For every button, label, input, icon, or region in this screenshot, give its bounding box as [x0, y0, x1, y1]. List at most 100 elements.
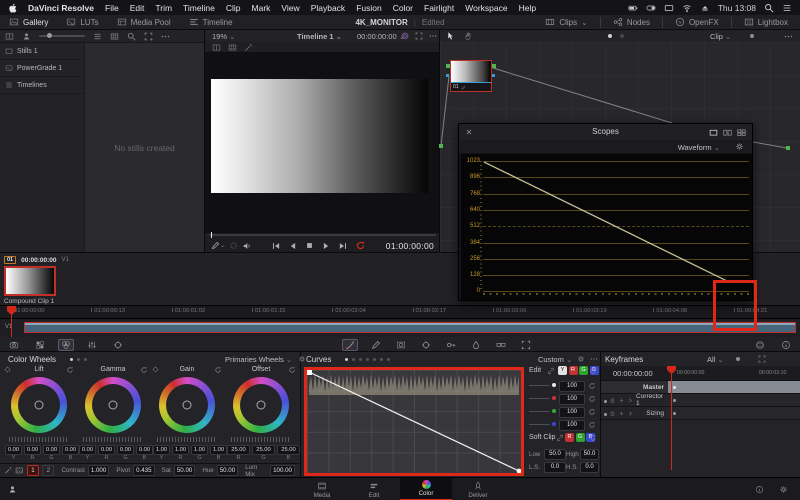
soft-clip-link-icon[interactable]: [556, 434, 564, 442]
lock-icon[interactable]: [609, 397, 616, 404]
viewer-scrub-bar[interactable]: [209, 234, 436, 236]
menu-fairlight[interactable]: Fairlight: [424, 3, 454, 13]
channel-slider[interactable]: [529, 398, 550, 399]
blur-icon[interactable]: [468, 339, 484, 351]
qualifier-icon[interactable]: [368, 339, 384, 351]
power-window-icon[interactable]: [393, 339, 409, 351]
stereo-3d-icon[interactable]: [493, 339, 509, 351]
timeline-clip-bar[interactable]: [24, 322, 796, 333]
node-zoom-slider[interactable]: [750, 34, 754, 38]
gallery-search-icon[interactable]: [127, 32, 136, 41]
wheel-value-box[interactable]: 0.00: [5, 445, 22, 455]
wheel-value-box[interactable]: 0.00: [98, 445, 115, 455]
gallery-item-powergrade-1[interactable]: PowerGrade 1: [0, 60, 84, 77]
node-key-output-dot[interactable]: [492, 74, 495, 77]
node-rgb-input-dot[interactable]: [446, 64, 450, 68]
sizing-icon[interactable]: [518, 339, 534, 351]
keyframe-marker[interactable]: [673, 386, 676, 389]
project-settings-icon[interactable]: [779, 485, 788, 494]
color-wheels-icon[interactable]: [58, 339, 74, 351]
project-manager-icon[interactable]: [755, 485, 764, 494]
soft-clip-reset-icon[interactable]: [589, 434, 597, 442]
key-icon[interactable]: [443, 339, 459, 351]
curves-mode-select[interactable]: Custom ⌄: [538, 352, 598, 366]
menu-workspace[interactable]: Workspace: [465, 3, 507, 13]
add-keyframe-icon[interactable]: [618, 410, 625, 417]
color-match-icon[interactable]: [32, 339, 48, 351]
wheel-master-slider[interactable]: [157, 437, 217, 442]
adjust-value-sat[interactable]: 50.00: [174, 465, 195, 476]
gallery-item-timelines[interactable]: Timelines: [0, 77, 84, 94]
menu-fusion[interactable]: Fusion: [356, 3, 382, 13]
spotlight-search-icon[interactable]: [764, 3, 774, 13]
battery-icon[interactable]: [628, 3, 638, 13]
gallery-expand-icon[interactable]: [144, 32, 153, 41]
scope-settings-icon[interactable]: [735, 142, 744, 151]
viewer-options-icon[interactable]: [429, 32, 437, 40]
wheel-value-box[interactable]: 1.00: [191, 445, 208, 455]
channel-slider[interactable]: [529, 385, 550, 386]
page-tab-edit[interactable]: Edit: [348, 478, 400, 500]
wheels-page-dots[interactable]: [70, 358, 87, 361]
wheels-settings-icon[interactable]: [298, 355, 306, 363]
soft-clip-field-value[interactable]: 0.0: [580, 462, 599, 473]
tab-timeline[interactable]: Timeline: [180, 15, 242, 29]
curves-icon[interactable]: [342, 339, 358, 351]
output-connector-dot[interactable]: [786, 146, 790, 150]
unmix-icon[interactable]: [229, 241, 238, 250]
data-burn-icon[interactable]: [752, 339, 768, 351]
wheel-puck[interactable]: [109, 401, 118, 410]
motion-effects-icon[interactable]: [110, 339, 126, 351]
tab-luts[interactable]: LUTs: [57, 15, 107, 29]
camera-raw-icon[interactable]: [6, 339, 22, 351]
menu-clock[interactable]: Thu 13:08: [718, 3, 756, 13]
gallery-view-icon[interactable]: [5, 32, 14, 41]
edit-channel-g-button[interactable]: G: [579, 366, 588, 375]
ab-compare-icon[interactable]: [15, 466, 23, 475]
soft-clip-field-value[interactable]: 50.0: [580, 449, 599, 460]
channel-value-box[interactable]: 100: [559, 381, 585, 392]
wheel-master-slider[interactable]: [9, 437, 69, 442]
menu-timeline[interactable]: Timeline: [183, 3, 215, 13]
adjust-value-hue[interactable]: 50.00: [217, 465, 238, 476]
waveform-scope[interactable]: 10238967686405123842561280: [461, 154, 752, 300]
tracker-icon[interactable]: [418, 339, 434, 351]
wheel-value-box[interactable]: 1.00: [172, 445, 189, 455]
memory-1-button[interactable]: 1: [27, 465, 39, 476]
wheel-value-box[interactable]: 25.00: [277, 445, 300, 455]
keyframes-zoom-slider[interactable]: [736, 357, 740, 361]
wheel-gain[interactable]: [159, 377, 215, 433]
node-mode-select[interactable]: Clip ⌄: [710, 32, 731, 41]
tab-clips[interactable]: Clips⌄: [533, 17, 599, 28]
scopes-single-layout-icon[interactable]: [709, 128, 718, 137]
go-to-start-button[interactable]: [271, 241, 281, 251]
menu-help[interactable]: Help: [519, 3, 536, 13]
wheels-mode-select[interactable]: Primaries Wheels ⌄: [225, 352, 306, 366]
soft-clip-field-value[interactable]: 50.0: [544, 449, 566, 460]
wipe-mode-icon[interactable]: [212, 43, 221, 52]
menu-edit[interactable]: Edit: [130, 3, 145, 13]
adjust-value-contrast[interactable]: 1.000: [88, 465, 109, 476]
rgb-mixer-icon[interactable]: [84, 339, 100, 351]
tab-openfx[interactable]: fxOpenFX: [662, 17, 731, 28]
gallery-item-stills-1[interactable]: Stills 1: [0, 43, 84, 60]
wheel-offset[interactable]: [233, 377, 289, 433]
edit-link-channels-icon[interactable]: [547, 367, 555, 375]
wheel-master-slider[interactable]: [231, 437, 291, 442]
eject-icon[interactable]: [700, 3, 710, 13]
wifi-icon[interactable]: [682, 3, 692, 13]
menu-file[interactable]: File: [105, 3, 119, 13]
gallery-grid-icon[interactable]: [110, 32, 119, 41]
grab-still-icon[interactable]: [211, 241, 220, 250]
menu-playback[interactable]: Playback: [311, 3, 346, 13]
channel-value-box[interactable]: 100: [559, 420, 585, 431]
keyframe-row-corrector-1[interactable]: Corrector 1: [601, 394, 800, 407]
wheel-reset-icon[interactable]: [66, 366, 74, 374]
lock-icon[interactable]: [609, 410, 616, 417]
expand-chevron-icon[interactable]: [627, 410, 634, 417]
page-tab-deliver[interactable]: Deliver: [452, 478, 504, 500]
corrector-node[interactable]: 01: [450, 60, 492, 92]
viewer-canvas[interactable]: [205, 52, 439, 233]
add-keyframe-icon[interactable]: [618, 397, 625, 404]
wheel-gamma[interactable]: [85, 377, 141, 433]
